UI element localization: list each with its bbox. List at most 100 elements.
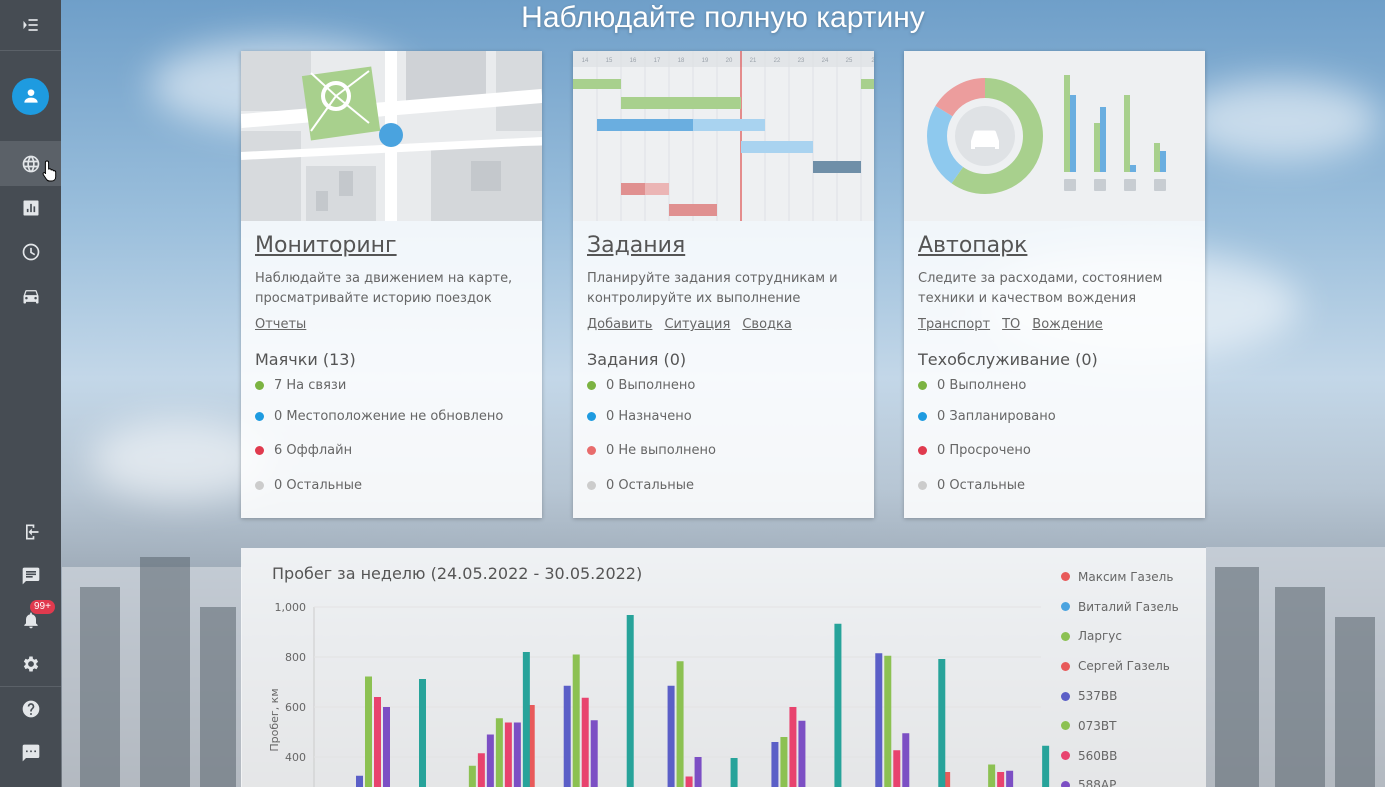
chart-bar[interactable] (789, 707, 797, 787)
chart-bar[interactable] (798, 720, 806, 787)
chart-bar[interactable] (893, 750, 901, 787)
chart-bar[interactable] (563, 685, 571, 787)
legend-label: 588АР (1078, 778, 1117, 787)
chart-bar[interactable] (356, 775, 363, 787)
transport-link[interactable]: Транспорт (918, 317, 990, 332)
chart-bar[interactable] (383, 707, 390, 787)
bell-icon[interactable]: 99+ (0, 598, 61, 642)
reports-link[interactable]: Отчеты (255, 317, 306, 332)
help-icon[interactable] (0, 687, 61, 731)
y-tick-label: 800 (285, 651, 306, 664)
page-title: Наблюдайте полную картину (521, 1, 925, 34)
situation-link[interactable]: Ситуация (664, 317, 730, 332)
legend-dot (1061, 631, 1070, 641)
legend-item[interactable]: Ларгус (1061, 622, 1179, 652)
stat-planned: 0 Запланировано (918, 399, 1191, 434)
chart-bar[interactable] (522, 652, 530, 787)
legend-item[interactable]: 560ВВ (1061, 741, 1179, 771)
user-avatar-button[interactable] (0, 51, 61, 141)
chart-bar[interactable] (513, 722, 521, 787)
stat-overdue: 0 Просрочено (918, 434, 1191, 469)
chart-bar[interactable] (902, 733, 910, 787)
chart-bar[interactable] (730, 758, 738, 787)
chart-bar[interactable] (771, 742, 779, 787)
chart-bar[interactable] (495, 718, 503, 787)
chart-bar[interactable] (875, 653, 883, 787)
legend-dot (1061, 661, 1070, 671)
monitoring-title-link[interactable]: Мониторинг (255, 231, 397, 261)
legend-label: 560ВВ (1078, 748, 1118, 763)
legend-item[interactable]: 588АР (1061, 771, 1179, 787)
stat-offline: 6 Оффлайн (255, 434, 528, 469)
chart-bar[interactable] (590, 720, 598, 787)
chart-bar[interactable] (780, 737, 788, 787)
chart-bar[interactable] (572, 654, 580, 787)
gantt-tick-label: 15 (606, 58, 613, 64)
chart-icon[interactable] (0, 186, 61, 230)
legend-label: 537ВВ (1078, 689, 1118, 704)
stat-label: 6 Оффлайн (274, 443, 353, 459)
chart-bar[interactable] (468, 765, 476, 787)
status-dot (255, 446, 264, 456)
chart-bar[interactable] (477, 753, 485, 787)
legend-item[interactable]: 073ВТ (1061, 711, 1179, 741)
clock-icon[interactable] (0, 230, 61, 274)
chart-bar[interactable] (374, 697, 381, 787)
monitoring-links: Отчеты (255, 317, 528, 332)
logout-icon[interactable] (0, 510, 61, 554)
chart-bar[interactable] (1006, 770, 1014, 787)
gear-icon[interactable] (0, 642, 61, 686)
collapse-menu-icon[interactable] (0, 0, 61, 50)
tasks-title-link[interactable]: Задания (587, 231, 685, 261)
chart-bar[interactable] (694, 757, 702, 787)
stat-not-updated: 0 Местоположение не обновлено (255, 399, 528, 434)
mileage-chart-panel: 1,000800600400200Пробег, км Пробег за не… (241, 548, 1206, 787)
chart-bar[interactable] (988, 764, 996, 787)
summary-link[interactable]: Сводка (742, 317, 792, 332)
chart-bar[interactable] (581, 697, 589, 787)
stat-label: 7 На связи (274, 377, 347, 393)
chart-bar[interactable] (365, 676, 372, 787)
chart-bar[interactable] (1042, 745, 1050, 787)
chart-bar[interactable] (419, 679, 426, 787)
maintenance-link[interactable]: ТО (1002, 317, 1020, 332)
legend-label: Ларгус (1078, 629, 1122, 644)
chart-bar[interactable] (676, 661, 684, 787)
fleet-title-link[interactable]: Автопарк (918, 231, 1027, 261)
status-dot (918, 480, 927, 490)
legend-item[interactable]: Виталий Газель (1061, 592, 1179, 622)
description-line: контролируйте их выполнение (587, 291, 801, 306)
description-line: Следите за расходами, состоянием (918, 271, 1163, 286)
chart-bar[interactable] (685, 776, 693, 787)
gantt-tick-label: 19 (702, 58, 709, 64)
gantt-tick-label: 18 (678, 58, 685, 64)
message-icon[interactable] (0, 554, 61, 598)
y-axis-label: Пробег, км (268, 688, 281, 751)
add-task-link[interactable]: Добавить (587, 317, 652, 332)
legend-item[interactable]: 537ВВ (1061, 681, 1179, 711)
gantt-illustration: 14 15 16 17 18 19 20 21 22 23 24 25 2 (573, 51, 874, 221)
chart-bar[interactable] (504, 722, 512, 787)
chart-bar[interactable] (486, 734, 494, 787)
car-icon[interactable] (0, 274, 61, 318)
legend-item[interactable]: Максим Газель (1061, 562, 1179, 592)
legend-item[interactable]: Сергей Газель (1061, 651, 1179, 681)
legend-label: Виталий Газель (1078, 599, 1179, 614)
chart-bar[interactable] (884, 655, 892, 787)
chart-bar[interactable] (626, 615, 634, 787)
chart-bar[interactable] (834, 623, 842, 787)
chart-bar[interactable] (997, 772, 1005, 787)
chart-bar[interactable] (938, 659, 946, 787)
stat-not-done: 0 Не выполнено (587, 434, 860, 469)
chat-icon[interactable] (0, 731, 61, 775)
chart-title: Пробег за неделю (24.05.2022 - 30.05.202… (272, 564, 643, 583)
legend-dot (1061, 602, 1070, 612)
stat-other: 0 Остальные (255, 468, 528, 503)
stat-label: 0 Остальные (937, 477, 1026, 493)
stat-label: 0 Запланировано (937, 408, 1056, 424)
stat-other: 0 Остальные (918, 468, 1191, 503)
driving-link[interactable]: Вождение (1032, 317, 1103, 332)
chart-bar[interactable] (667, 685, 675, 787)
legend-dot (1061, 751, 1070, 761)
y-tick-label: 600 (285, 701, 306, 714)
